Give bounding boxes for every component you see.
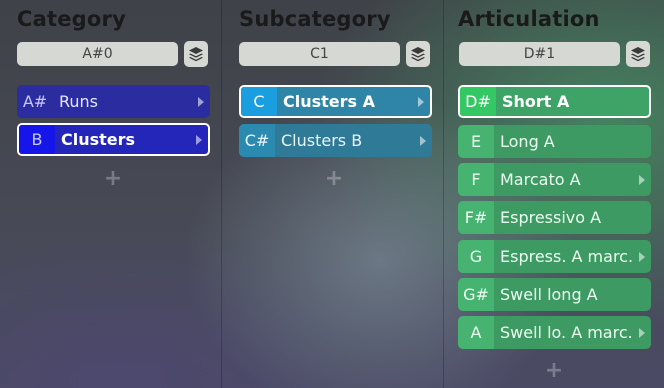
layers-button[interactable]: [626, 41, 650, 67]
key-badge: E: [458, 125, 494, 158]
plus-icon[interactable]: +: [322, 168, 346, 190]
list-item[interactable]: E Long A: [458, 125, 651, 158]
layers-icon: [411, 47, 425, 62]
item-label: Swell long A: [500, 285, 598, 304]
list-item-selected[interactable]: C Clusters A: [239, 85, 432, 118]
list-item-selected[interactable]: D# Short A: [458, 85, 651, 118]
layers-icon: [189, 47, 203, 62]
layers-icon: [631, 47, 645, 62]
column-title: Subcategory: [239, 7, 391, 31]
key-badge: A#: [17, 85, 53, 118]
list-item[interactable]: F# Espressivo A: [458, 201, 651, 234]
column-title: Category: [17, 7, 126, 31]
key-badge: C: [241, 87, 277, 116]
chevron-right-icon: [198, 96, 204, 107]
list-item[interactable]: G Espress. A marc.: [458, 240, 651, 273]
key-badge: B: [19, 125, 55, 154]
key-badge: D#: [460, 87, 496, 116]
chevron-right-icon: [639, 327, 645, 338]
item-label: Marcato A: [500, 170, 581, 189]
category-column: Category A#0 A# Runs B Clusters +: [0, 0, 221, 388]
articulation-column: Articulation D#1 D# Short A E Long A F M…: [444, 0, 664, 388]
item-label: Swell lo. A marc.: [500, 323, 633, 342]
item-label: Clusters A: [283, 92, 376, 111]
key-field[interactable]: A#0: [17, 42, 178, 66]
key-badge: F: [458, 163, 494, 196]
plus-icon[interactable]: +: [542, 360, 566, 382]
list-item[interactable]: G# Swell long A: [458, 278, 651, 311]
list-item[interactable]: A# Runs: [17, 85, 210, 118]
key-badge: F#: [458, 201, 494, 234]
layers-button[interactable]: [406, 41, 430, 67]
item-label: Runs: [59, 92, 99, 111]
key-badge: G: [458, 240, 494, 273]
chevron-right-icon: [420, 135, 426, 146]
chevron-right-icon: [418, 96, 424, 107]
list-item[interactable]: F Marcato A: [458, 163, 651, 196]
key-field[interactable]: D#1: [459, 42, 620, 66]
item-label: Espressivo A: [500, 208, 602, 227]
item-label: Long A: [500, 132, 555, 151]
plus-icon[interactable]: +: [101, 168, 125, 190]
list-item[interactable]: A Swell lo. A marc.: [458, 316, 651, 349]
column-title: Articulation: [458, 7, 600, 31]
layers-button[interactable]: [184, 41, 208, 67]
chevron-right-icon: [639, 251, 645, 262]
list-item[interactable]: C# Clusters B: [239, 124, 432, 157]
key-badge: C#: [239, 124, 275, 157]
item-label: Espress. A marc.: [500, 247, 634, 266]
item-label: Short A: [502, 92, 570, 111]
chevron-right-icon: [639, 174, 645, 185]
item-label: Clusters: [61, 130, 136, 149]
chevron-right-icon: [196, 134, 202, 145]
key-field[interactable]: C1: [239, 42, 400, 66]
key-badge: A: [458, 316, 494, 349]
list-item-selected[interactable]: B Clusters: [17, 123, 210, 156]
item-label: Clusters B: [281, 131, 363, 150]
subcategory-column: Subcategory C1 C Clusters A C# Clusters …: [222, 0, 443, 388]
key-badge: G#: [458, 278, 494, 311]
